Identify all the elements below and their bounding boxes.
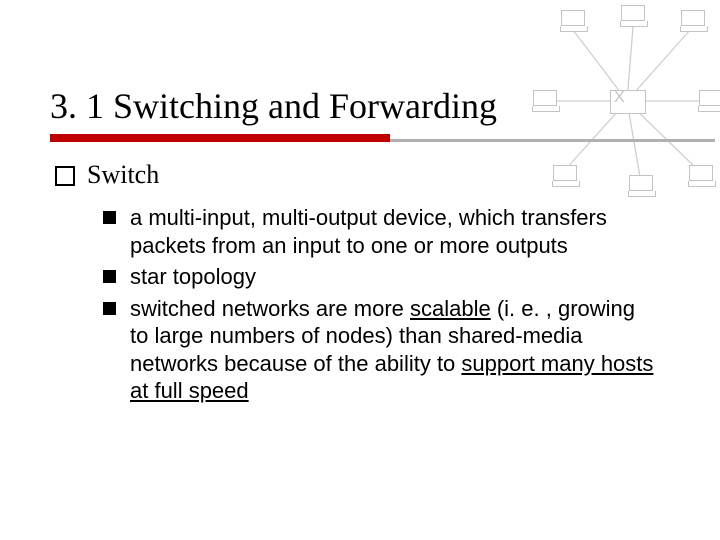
slide-title: 3. 1 Switching and Forwarding [50, 85, 497, 127]
bullet-level2-text: a multi-input, multi-output device, whic… [130, 204, 655, 259]
bullet-level2-text: star topology [130, 263, 655, 291]
hollow-square-bullet-icon [55, 166, 75, 186]
bullet-level2-text: switched networks are more scalable (i. … [130, 295, 655, 405]
title-underline-gray [390, 139, 715, 142]
bullet-level2: switched networks are more scalable (i. … [103, 295, 655, 405]
bullet-level1-text: Switch [87, 160, 159, 190]
bullet-level2: star topology [103, 263, 655, 291]
bullet-level2-list: a multi-input, multi-output device, whic… [103, 204, 655, 405]
title-underline [50, 134, 715, 142]
slide: X 3. 1 Switching and Forwarding Switch a… [0, 0, 720, 540]
solid-square-bullet-icon [103, 211, 116, 224]
bullet-level1: Switch a multi-input, multi-output devic… [55, 160, 655, 405]
computer-icon [560, 10, 586, 32]
bullet-level2: a multi-input, multi-output device, whic… [103, 204, 655, 259]
switch-hub-label: X [614, 89, 623, 107]
computer-icon [532, 90, 558, 112]
computer-icon [620, 5, 646, 27]
computer-icon [680, 10, 706, 32]
slide-body: Switch a multi-input, multi-output devic… [55, 160, 655, 415]
solid-square-bullet-icon [103, 302, 116, 315]
title-underline-red [50, 134, 390, 142]
solid-square-bullet-icon [103, 270, 116, 283]
computer-icon [688, 165, 714, 187]
computer-icon [698, 90, 720, 112]
